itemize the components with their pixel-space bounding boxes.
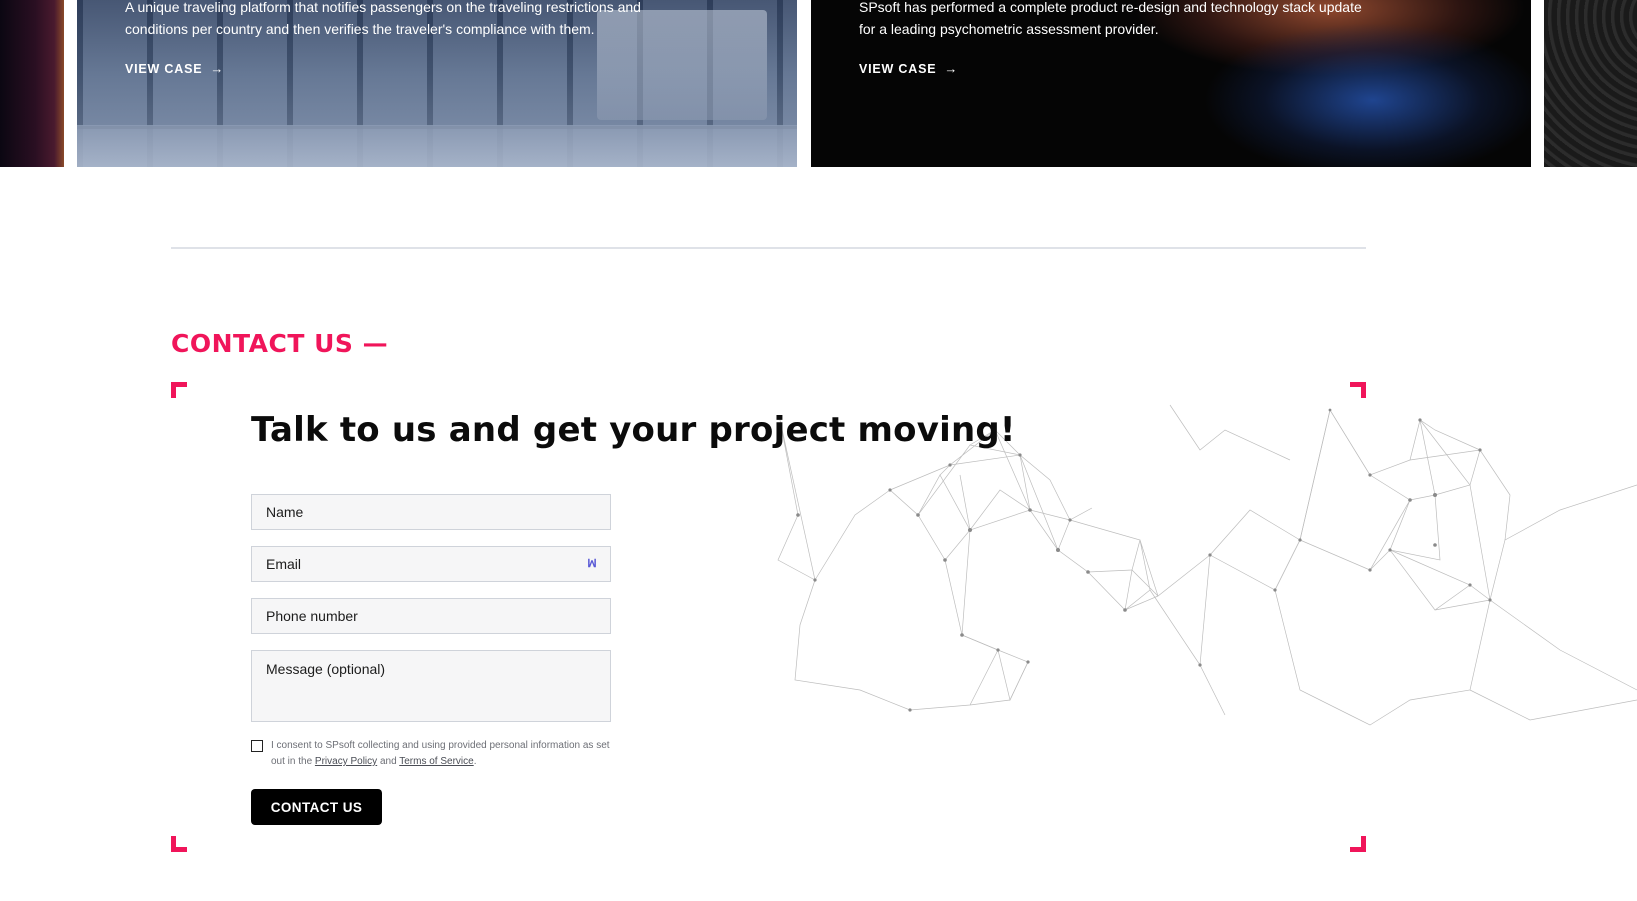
case-card-partial-right[interactable] bbox=[1544, 0, 1637, 167]
case-card-partial-left[interactable] bbox=[0, 0, 64, 167]
section-divider bbox=[171, 247, 1366, 249]
view-case-label: VIEW CASE bbox=[859, 61, 937, 76]
case-image-floor bbox=[77, 125, 797, 167]
case-studies-strip: A unique traveling platform that notifie… bbox=[0, 0, 1637, 167]
privacy-policy-link[interactable]: Privacy Policy bbox=[315, 756, 377, 767]
corner-bracket-icon bbox=[171, 836, 187, 852]
corner-bracket-icon bbox=[1350, 382, 1366, 398]
case-description: A unique traveling platform that notifie… bbox=[125, 0, 641, 37]
case-card-travel-platform[interactable]: A unique traveling platform that notifie… bbox=[77, 0, 797, 167]
contact-section-label: CONTACT US — bbox=[171, 329, 389, 358]
contact-us-button[interactable]: CONTACT US bbox=[251, 789, 382, 825]
case-description: SPsoft has performed a complete product … bbox=[859, 0, 1362, 37]
consent-checkbox[interactable] bbox=[251, 740, 263, 752]
consent-and: and bbox=[377, 756, 400, 767]
email-placeholder: Email bbox=[266, 556, 302, 572]
network-mesh-illustration bbox=[777, 404, 1637, 726]
consent-text: I consent to SPsoft collecting and using… bbox=[271, 738, 621, 770]
view-case-link[interactable]: VIEW CASE → bbox=[125, 61, 224, 76]
page: A unique traveling platform that notifie… bbox=[0, 0, 1637, 901]
message-placeholder: Message (optional) bbox=[266, 661, 386, 677]
name-input[interactable]: Name bbox=[251, 494, 611, 530]
consent-row: I consent to SPsoft collecting and using… bbox=[251, 738, 621, 770]
terms-of-service-link[interactable]: Terms of Service bbox=[399, 756, 473, 767]
email-autofill-icon[interactable]: ꟽ bbox=[584, 557, 600, 571]
arrow-right-icon: → bbox=[210, 61, 225, 76]
consent-period: . bbox=[473, 756, 477, 767]
contact-headline: Talk to us and get your project moving! bbox=[251, 410, 1016, 450]
email-input[interactable]: Email ꟽ bbox=[251, 546, 611, 582]
view-case-link[interactable]: VIEW CASE → bbox=[859, 61, 958, 76]
arrow-right-icon: → bbox=[944, 61, 959, 76]
corner-bracket-icon bbox=[171, 382, 187, 398]
view-case-label: VIEW CASE bbox=[125, 61, 203, 76]
case-card-psychometric-redesign[interactable]: SPsoft has performed a complete product … bbox=[811, 0, 1531, 167]
phone-placeholder: Phone number bbox=[266, 608, 358, 624]
phone-input[interactable]: Phone number bbox=[251, 598, 611, 634]
message-textarea[interactable]: Message (optional) bbox=[251, 650, 611, 722]
name-placeholder: Name bbox=[266, 504, 304, 520]
corner-bracket-icon bbox=[1350, 836, 1366, 852]
